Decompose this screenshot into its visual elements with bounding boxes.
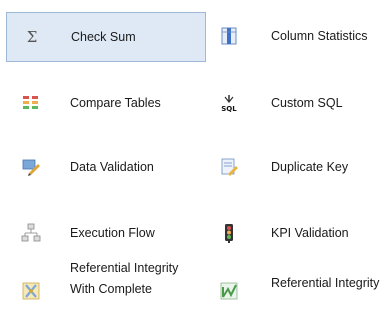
data-validation-icon: [21, 157, 41, 177]
tile-custom-sql[interactable]: SQL Custom SQL: [208, 79, 385, 129]
tile-check-sum[interactable]: Σ Check Sum: [6, 12, 206, 62]
tile-label: Column Statistics: [271, 29, 368, 43]
svg-text:SQL: SQL: [221, 105, 237, 113]
tile-referential-integrity-with-complete[interactable]: Referential Integrity With Complete: [6, 256, 206, 318]
tile-label: Referential Integrity: [271, 276, 380, 290]
referential-integrity-complete-icon: [21, 281, 41, 301]
tile-column-statistics[interactable]: Column Statistics: [208, 12, 385, 62]
tile-label-line1: Referential Integrity: [70, 261, 179, 275]
column-statistics-icon: [219, 26, 239, 46]
tile-label: Custom SQL: [271, 96, 343, 110]
svg-text:Σ: Σ: [27, 28, 38, 46]
tile-compare-tables[interactable]: Compare Tables: [6, 79, 206, 129]
tile-label: KPI Validation: [271, 226, 349, 240]
tile-label-line2: With Complete: [70, 282, 152, 296]
custom-sql-icon: SQL: [219, 93, 239, 113]
tile-data-validation[interactable]: Data Validation: [6, 143, 206, 193]
tile-execution-flow[interactable]: Execution Flow: [6, 209, 206, 259]
compare-tables-icon: [21, 93, 41, 113]
tile-duplicate-key[interactable]: Duplicate Key: [208, 143, 385, 193]
execution-flow-icon: [21, 223, 41, 243]
tile-label: Execution Flow: [70, 226, 155, 240]
duplicate-key-icon: [219, 157, 239, 177]
test-type-panel: Σ Check Sum Column Statistics Compare Ta…: [0, 0, 385, 320]
tile-label: Data Validation: [70, 160, 154, 174]
tile-label: Duplicate Key: [271, 160, 349, 174]
tile-referential-integrity[interactable]: Referential Integrity: [208, 256, 385, 318]
referential-integrity-icon: [219, 281, 239, 301]
tile-label: Check Sum: [71, 30, 136, 44]
sigma-icon: Σ: [22, 27, 42, 47]
traffic-light-icon: [219, 223, 239, 243]
tile-label: Compare Tables: [70, 96, 161, 110]
tile-kpi-validation[interactable]: KPI Validation: [208, 209, 385, 259]
